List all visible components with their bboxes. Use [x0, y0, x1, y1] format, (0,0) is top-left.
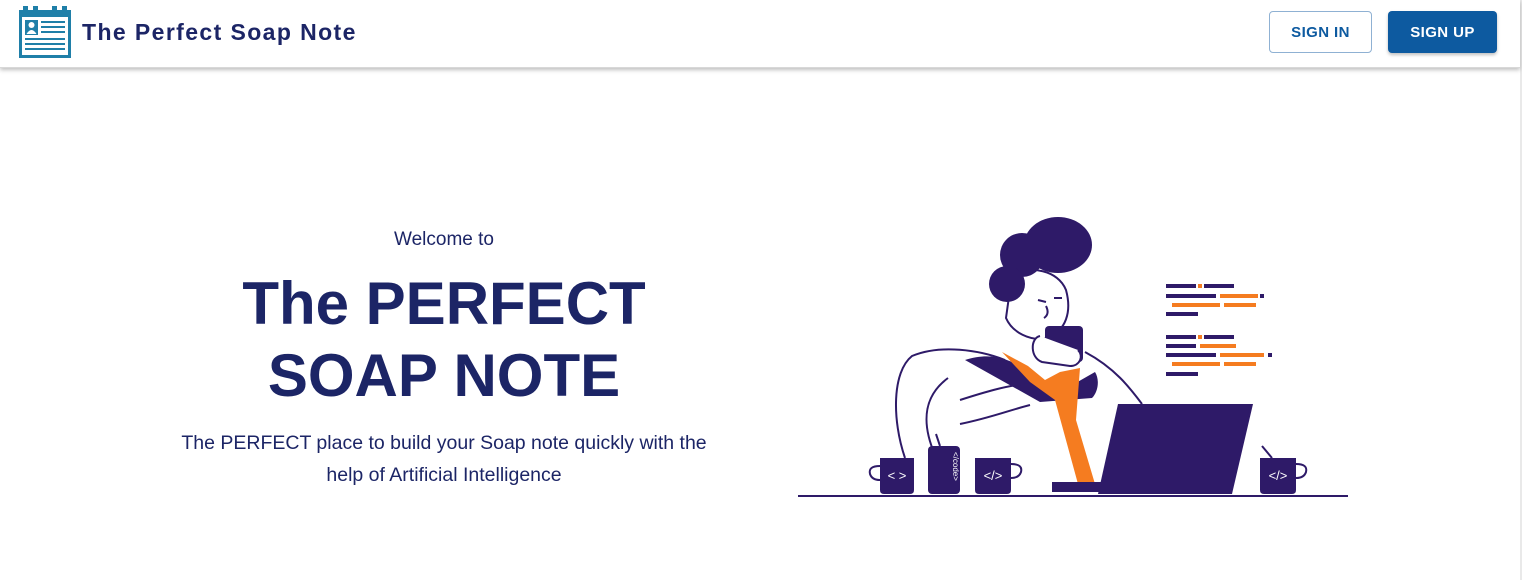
code-lines-icon: [1166, 284, 1272, 376]
code-mug-icon: </>: [975, 458, 1023, 494]
hero-text: Welcome to The PERFECT SOAP NOTE The PER…: [145, 226, 743, 491]
hero-subtitle-line-1: The PERFECT place to build your Soap not…: [181, 432, 707, 454]
code-mug-icon: < >: [868, 458, 914, 494]
sign-up-button[interactable]: SIGN UP: [1388, 11, 1497, 53]
mug-right-label: </>: [1269, 468, 1288, 483]
hero-title-line-2: SOAP NOTE: [267, 342, 621, 409]
code-can-icon: </code>: [928, 433, 960, 494]
app-bar: The Perfect Soap Note SIGN IN SIGN UP: [0, 0, 1520, 68]
hero-subtitle: The PERFECT place to build your Soap not…: [145, 427, 743, 491]
hero-title: The PERFECT SOAP NOTE: [145, 268, 743, 412]
hero-subtitle-line-2: help of Artificial Intelligence: [326, 464, 562, 486]
medical-record-icon: [19, 6, 71, 58]
brand-home-link[interactable]: The Perfect Soap Note: [19, 6, 357, 58]
welcome-text: Welcome to: [394, 229, 494, 250]
code-mug-icon: </>: [1260, 445, 1308, 494]
sign-in-button[interactable]: SIGN IN: [1269, 11, 1372, 53]
mug-middle-label: </>: [984, 468, 1003, 483]
can-label: </code>: [951, 452, 960, 481]
app-title: The Perfect Soap Note: [82, 18, 357, 45]
developer-at-laptop-illustration: < > </code> </> </>: [798, 217, 1348, 497]
mug-left-label: < >: [888, 468, 907, 483]
hero-title-line-1: The PERFECT: [242, 270, 646, 337]
